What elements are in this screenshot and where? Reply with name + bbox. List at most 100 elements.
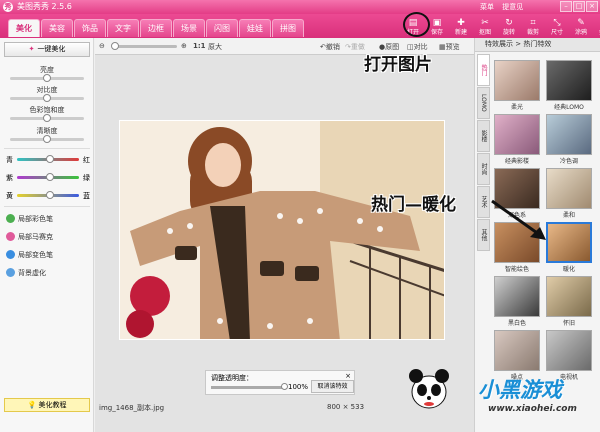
effect-preview-image: [546, 276, 592, 317]
camera-icon: ◙: [594, 18, 600, 28]
effect-thumbnail[interactable]: 怀旧: [546, 276, 592, 328]
tutorial-label: 美化教程: [38, 401, 67, 409]
opacity-thumb[interactable]: [281, 383, 288, 390]
background-blur-tool[interactable]: 背景虚化: [6, 268, 46, 278]
toolbar-button-5[interactable]: ⌗ 裁剪: [522, 18, 544, 38]
brush-icon: ✎: [577, 18, 585, 28]
preview-button[interactable]: ▦预览: [439, 42, 460, 52]
effect-thumbnail[interactable]: 冷色调: [546, 114, 592, 166]
open-picture-annotation: 打开图片: [364, 55, 432, 75]
category-tab[interactable]: 艺术: [477, 186, 490, 218]
yellow-blue-balance[interactable]: 黄 蓝: [6, 189, 90, 201]
undo-button[interactable]: ↶撤销: [320, 42, 340, 52]
red-label: 红: [83, 156, 90, 164]
purple-green-balance[interactable]: 紫 绿: [6, 171, 90, 183]
effect-thumbnail[interactable]: 柔光: [494, 60, 540, 112]
effect-thumbnail[interactable]: 柔和: [546, 168, 592, 220]
category-tab[interactable]: 时尚: [477, 153, 490, 185]
tab-text[interactable]: 文字: [107, 19, 139, 37]
saturation-thumb[interactable]: [43, 114, 51, 122]
preview-label: 预览: [445, 43, 460, 51]
tab-frame[interactable]: 边框: [140, 19, 172, 37]
effect-preview-image: [494, 114, 540, 155]
effect-label: 黑白色: [507, 320, 526, 327]
brightness-thumb[interactable]: [43, 74, 51, 82]
tab-scene[interactable]: 场景: [173, 19, 205, 37]
cancel-effect-button[interactable]: 取消该特效: [311, 380, 354, 393]
category-tab[interactable]: 其他: [477, 219, 490, 251]
watermark-title: 小黑游戏: [478, 378, 562, 402]
tab-beautify[interactable]: 美化: [8, 19, 40, 37]
menu-link[interactable]: 菜单: [480, 3, 494, 11]
close-icon[interactable]: ×: [345, 372, 351, 380]
toolbar-button-8[interactable]: ◙拍照: [594, 18, 600, 38]
opacity-panel: 调整透明度： × 100% 取消该特效: [205, 370, 355, 395]
effect-label: 智能绘色: [504, 266, 529, 273]
opacity-title: 调整透明度：: [211, 374, 253, 382]
tab-doll[interactable]: 娃娃: [239, 19, 271, 37]
brightness-slider[interactable]: [10, 74, 84, 82]
purple-green-thumb[interactable]: [46, 173, 54, 181]
effect-thumbnail[interactable]: 经典影楼: [494, 114, 540, 166]
original-size-button[interactable]: 原大: [208, 42, 222, 52]
sharpness-thumb[interactable]: [43, 135, 51, 143]
local-recolor-brush[interactable]: 局部变色笔: [6, 250, 53, 260]
yellow-blue-thumb[interactable]: [46, 191, 54, 199]
category-tab[interactable]: LOMO: [477, 87, 490, 119]
category-tab[interactable]: 影楼: [477, 120, 490, 152]
one-click-beautify-button[interactable]: ✦ 一键美化: [4, 42, 90, 57]
zoom-thumb[interactable]: [111, 42, 119, 50]
tab-makeup[interactable]: 美容: [41, 19, 73, 37]
toolbar-button-3[interactable]: ✂ 抠图: [474, 18, 496, 38]
star-icon: ✦: [28, 45, 35, 53]
maximize-button[interactable]: □: [573, 1, 585, 12]
arrow-icon: [491, 199, 546, 240]
effect-thumbnail[interactable]: 经典LOMO: [546, 60, 592, 112]
toolbar-button-4[interactable]: ↻ 旋转: [498, 18, 520, 38]
effect-preview-image: [546, 60, 592, 101]
tutorial-button[interactable]: 💡 美化教程: [4, 398, 90, 412]
opacity-slider[interactable]: [211, 383, 288, 390]
contrast-slider[interactable]: [10, 94, 84, 102]
brush-label: 局部变色笔: [18, 251, 53, 259]
effect-preview-image: [494, 330, 540, 371]
app-logo-icon: 秀: [3, 2, 13, 12]
zoom-ratio-button[interactable]: 1:1: [193, 42, 206, 50]
new-icon: ✚: [457, 18, 465, 28]
divider: [4, 148, 90, 149]
sharpness-slider[interactable]: [10, 135, 84, 143]
zoom-slider[interactable]: [111, 42, 177, 50]
tab-accessories[interactable]: 饰品: [74, 19, 106, 37]
toolbar-label: 拍照: [594, 28, 600, 37]
crop-icon: ⌗: [530, 18, 536, 28]
zoom-out-icon[interactable]: ⊖: [99, 42, 105, 50]
effect-label: 柔和: [562, 212, 575, 219]
saturation-slider[interactable]: [10, 114, 84, 122]
cyan-red-thumb[interactable]: [46, 155, 54, 163]
close-button[interactable]: ×: [586, 1, 598, 12]
green-label: 绿: [83, 174, 90, 182]
feedback-link[interactable]: 提意见: [502, 3, 523, 11]
brush-label: 背景虚化: [18, 269, 46, 277]
effect-thumbnail[interactable]: 暖化: [546, 222, 592, 274]
zoom-in-icon[interactable]: ⊕: [181, 42, 187, 50]
toolbar-button-6[interactable]: ⤡ 尺寸: [546, 18, 568, 38]
effect-label: 怀旧: [562, 320, 575, 327]
effect-thumbnail[interactable]: 黑白色: [494, 276, 540, 328]
toolbar-button-2[interactable]: ✚ 新建: [450, 18, 472, 38]
cutout-icon: ✂: [481, 18, 489, 28]
toolbar-button-7[interactable]: ✎ 涂鸦: [570, 18, 592, 38]
tab-collage[interactable]: 拼图: [272, 19, 304, 37]
redo-button[interactable]: ↷重做: [345, 42, 365, 52]
effect-preview-image: [546, 114, 592, 155]
local-color-brush[interactable]: 局部彩色笔: [6, 214, 53, 224]
purple-label: 紫: [6, 174, 13, 182]
category-tab[interactable]: 热门: [477, 54, 490, 86]
cyan-red-balance[interactable]: 青 红: [6, 153, 90, 165]
app-title: 美图秀秀 2.5.6: [17, 2, 72, 11]
edited-photo[interactable]: [119, 120, 445, 340]
contrast-thumb[interactable]: [43, 94, 51, 102]
local-mosaic-brush[interactable]: 局部马赛克: [6, 232, 53, 242]
tab-flash[interactable]: 闪图: [206, 19, 238, 37]
minimize-button[interactable]: –: [560, 1, 572, 12]
